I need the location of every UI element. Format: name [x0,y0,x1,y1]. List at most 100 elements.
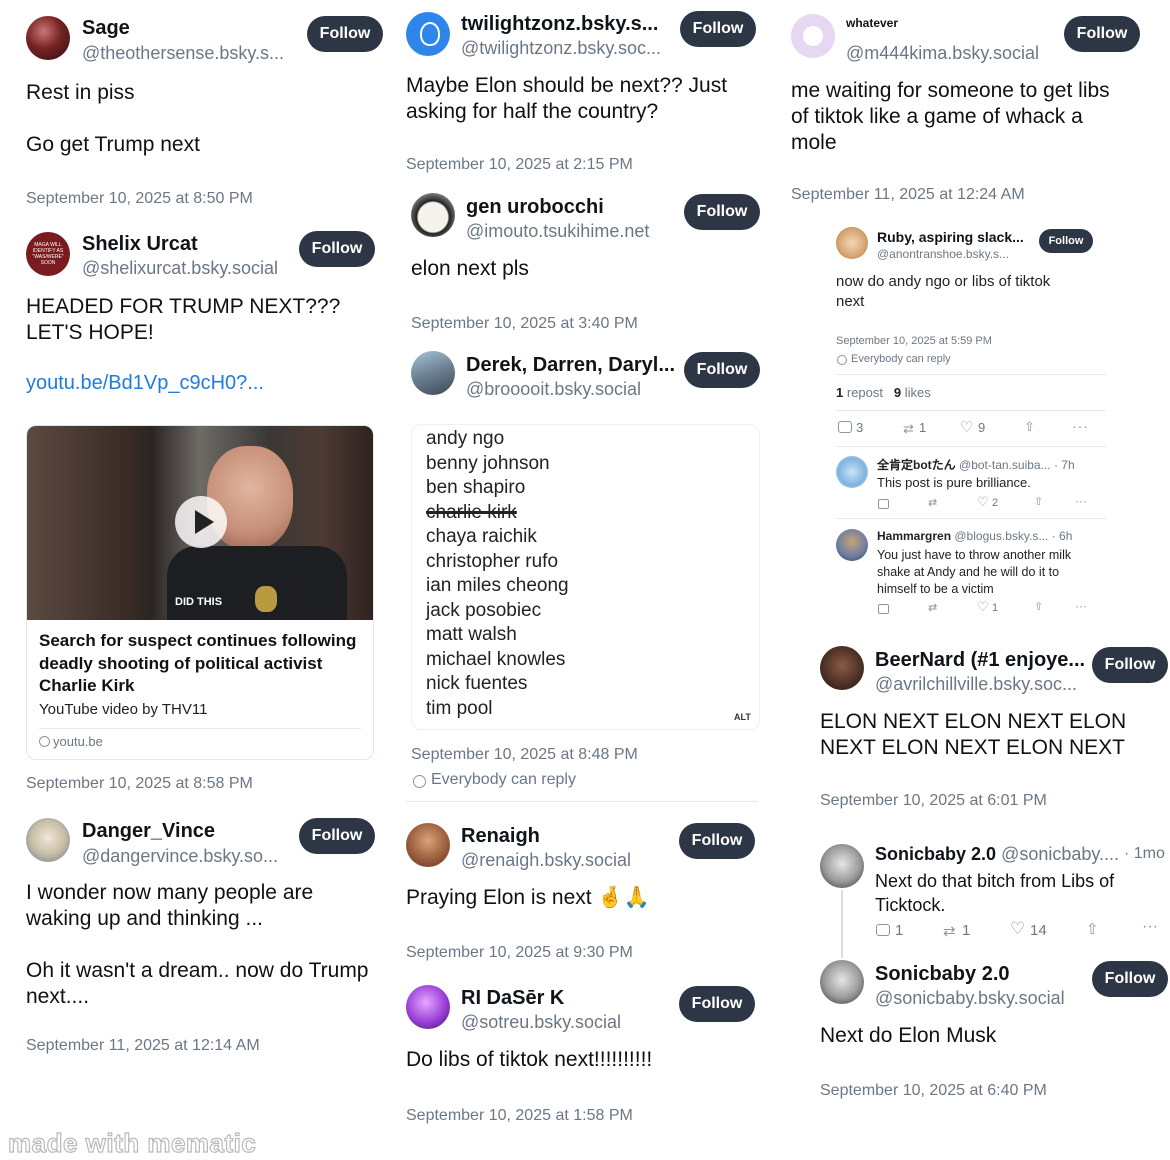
follow-button[interactable]: Follow [679,823,755,859]
repost-icon[interactable]: ⇄ [903,421,914,437]
share-icon[interactable]: ⇧ [1034,495,1043,508]
follow-button[interactable]: Follow [307,16,383,52]
author-handle[interactable]: @sonicbaby.... [1001,844,1119,864]
author-name[interactable]: Sage [82,17,130,40]
author-name[interactable]: BeerNard (#1 enjoye... [875,649,1085,672]
follow-button[interactable]: Follow [679,986,755,1022]
post-date[interactable]: September 10, 2025 at 2:15 PM [406,156,633,174]
repost-icon[interactable]: ⇄ [928,601,937,614]
heart-icon[interactable]: ♡ [977,599,989,615]
author-name[interactable]: Shelix Urcat [82,233,198,256]
heart-icon[interactable]: ♡ [960,418,973,436]
author-name[interactable]: twilightzonz.bsky.s... [461,13,658,36]
repost-icon[interactable]: ⇄ [928,496,937,509]
avatar[interactable] [820,646,864,690]
more-icon[interactable]: ··· [1075,494,1087,508]
post-date[interactable]: September 10, 2025 at 6:40 PM [820,1082,1047,1100]
post-link[interactable]: youtu.be/Bd1Vp_c9cH0?... [26,372,264,395]
share-icon[interactable]: ⇧ [1086,920,1099,938]
follow-button[interactable]: Follow [1092,961,1168,997]
avatar[interactable] [406,12,450,56]
link-card[interactable]: DID THIS Search for suspect continues fo… [26,425,374,760]
author-name[interactable]: RI DaSēr K [461,987,564,1010]
repost-label[interactable]: repost [847,385,883,400]
author-name[interactable]: Danger_Vince [82,820,215,843]
more-icon[interactable]: ··· [1075,599,1087,613]
reply-setting[interactable]: Everybody can reply [431,771,576,789]
heart-icon[interactable]: ♡ [977,494,989,510]
cat-icon [803,26,823,46]
repost-icon[interactable]: ⇄ [943,922,956,940]
reply-icon[interactable] [838,421,852,433]
author-handle[interactable]: @sonicbaby.bsky.social [875,988,1065,1009]
post-date[interactable]: September 11, 2025 at 12:14 AM [26,1037,260,1055]
author-name[interactable]: Sonicbaby 2.0 [875,844,996,864]
avatar[interactable] [26,16,70,60]
avatar[interactable] [820,960,864,1004]
author-name[interactable]: Renaigh [461,825,540,848]
post-date[interactable]: September 10, 2025 at 8:50 PM [26,190,253,208]
follow-button[interactable]: Follow [684,194,760,230]
author-handle[interactable]: @theothersense.bsky.s... [82,43,284,64]
avatar[interactable] [411,351,455,395]
post-date[interactable]: September 10, 2025 at 3:40 PM [411,315,638,333]
author-handle[interactable]: @renaigh.bsky.social [461,850,631,871]
share-icon[interactable]: ⇧ [1034,600,1043,613]
follow-button[interactable]: Follow [299,818,375,854]
avatar[interactable] [820,844,864,888]
follow-button[interactable]: Follow [299,231,375,267]
more-icon[interactable]: ··· [1142,918,1158,936]
author-handle[interactable]: @avrilchillville.bsky.soc... [875,674,1077,695]
author-handle[interactable]: @shelixurcat.bsky.social [82,258,278,279]
avatar[interactable] [406,823,450,867]
author-handle[interactable]: @imouto.tsukihime.net [466,221,649,242]
post-date[interactable]: September 10, 2025 at 9:30 PM [406,944,633,962]
avatar[interactable] [411,193,455,237]
avatar[interactable] [836,529,868,561]
like-label[interactable]: likes [905,385,931,400]
post-date[interactable]: September 10, 2025 at 8:58 PM [26,775,253,793]
reply-icon[interactable] [876,924,890,936]
more-icon[interactable]: ··· [1072,418,1089,434]
alt-badge[interactable]: ALT [734,712,751,722]
share-icon[interactable]: ⇧ [1024,419,1035,435]
post-date[interactable]: September 10, 2025 at 6:01 PM [820,792,1047,810]
post-date[interactable]: September 10, 2025 at 1:58 PM [406,1107,633,1125]
author-handle[interactable]: @twilightzonz.bsky.soc... [461,38,661,59]
author-handle[interactable]: @m444kima.bsky.social [846,43,1039,64]
follow-button[interactable]: Follow [684,352,760,388]
follow-button[interactable]: Follow [1064,16,1140,52]
author-handle[interactable]: @sotreu.bsky.social [461,1012,621,1033]
reply-setting[interactable]: Everybody can reply [851,353,951,365]
image-attachment[interactable]: andy ngo benny johnson ben shapiro charl… [411,424,760,730]
author-handle[interactable]: @blogus.bsky.s... [954,529,1048,543]
heart-icon[interactable]: ♡ [1010,919,1025,939]
author-name[interactable]: gen urobocchi [466,196,604,219]
reply-icon[interactable] [878,604,889,614]
reply-icon[interactable] [878,499,889,509]
post-date[interactable]: September 10, 2025 at 8:48 PM [411,746,638,764]
post-date[interactable]: September 10, 2025 at 5:59 PM [836,335,992,347]
author-name[interactable]: whatever [846,16,898,30]
avatar[interactable] [406,985,450,1029]
author-name[interactable]: Hammargren [877,529,951,543]
author-name[interactable]: Derek, Darren, Daryl... [466,354,675,377]
play-icon[interactable] [175,496,227,548]
follow-button[interactable]: Follow [680,11,756,47]
avatar[interactable] [836,456,868,488]
author-handle[interactable]: @anontranshoe.bsky.s... [877,247,1009,261]
video-thumbnail[interactable]: DID THIS [27,426,373,620]
avatar[interactable]: MAGA WILL IDENTIFY AS "WAS/WERE" SOON [26,232,70,276]
follow-button[interactable]: Follow [1039,229,1093,253]
avatar[interactable] [836,227,868,259]
author-handle[interactable]: @bot-tan.suiba... [959,458,1051,472]
post-date[interactable]: September 11, 2025 at 12:24 AM [791,186,1025,204]
author-name[interactable]: Ruby, aspiring slack... [877,229,1024,245]
author-name[interactable]: 全肯定botたん [877,458,956,472]
author-handle[interactable]: @dangervince.bsky.so... [82,846,278,867]
follow-button[interactable]: Follow [1092,647,1168,683]
author-name[interactable]: Sonicbaby 2.0 [875,963,1010,986]
author-handle[interactable]: @brooooit.bsky.social [466,379,641,400]
avatar[interactable] [26,818,70,862]
avatar[interactable] [791,14,835,58]
